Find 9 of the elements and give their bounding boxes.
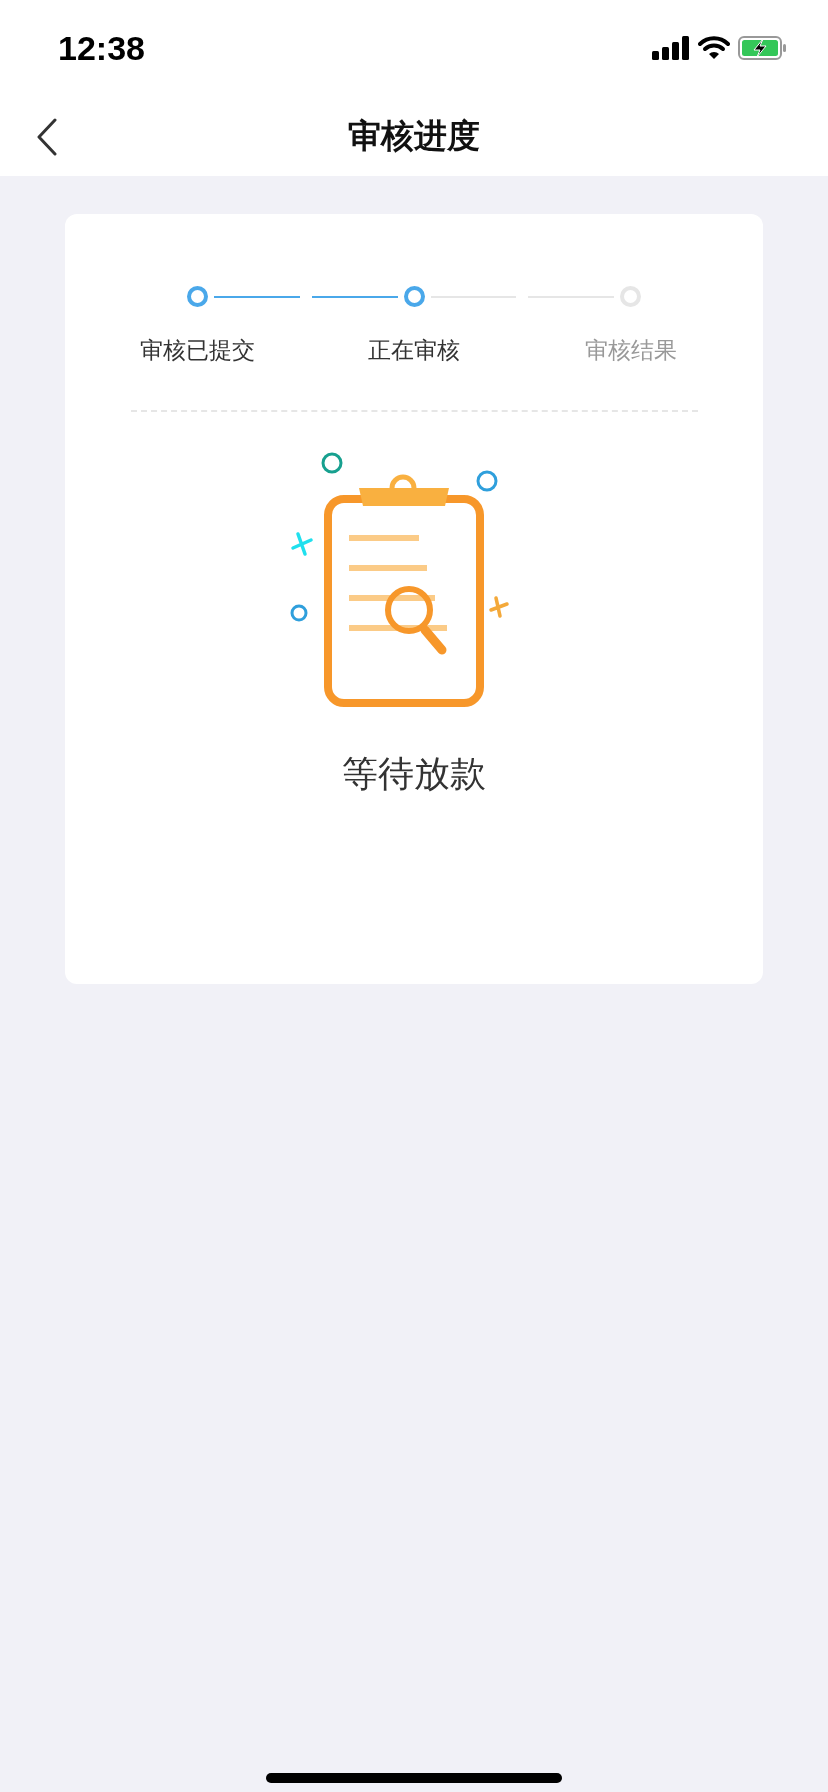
- step-label: 审核结果: [584, 336, 677, 365]
- step-label: 正在审核: [368, 336, 460, 365]
- battery-charging-icon: [738, 36, 788, 60]
- page-title: 审核进度: [348, 114, 480, 157]
- status-text: 等待放款: [342, 752, 486, 796]
- wifi-icon: [698, 36, 730, 60]
- step-label: 审核已提交: [139, 336, 255, 365]
- status-time: 12:38: [58, 28, 145, 68]
- signal-icon: [652, 36, 690, 60]
